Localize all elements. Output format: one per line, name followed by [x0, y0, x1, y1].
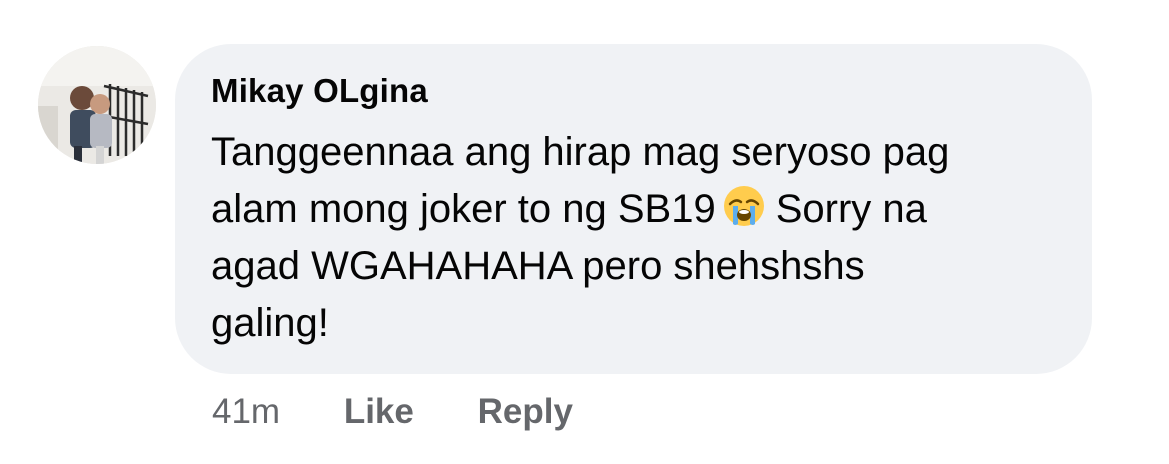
loudly-crying-face-icon — [722, 184, 766, 228]
like-button[interactable]: Like — [344, 392, 414, 432]
avatar[interactable] — [38, 46, 156, 164]
reply-button[interactable]: Reply — [478, 392, 573, 432]
avatar-photo — [38, 46, 156, 164]
comment-line: galing! — [211, 301, 329, 345]
comment-author[interactable]: Mikay OLgina — [211, 72, 428, 110]
comment-line-segment: Sorry na — [775, 187, 927, 231]
comment-line: agad WGAHAHAHA pero shehshshs — [211, 244, 865, 288]
comment-actions: 41m Like Reply — [212, 392, 573, 432]
comment-line: alam mong joker to ng SB19 Sorry na — [211, 181, 1071, 238]
comment-item: Mikay OLgina Tanggeennaa ang hirap mag s… — [0, 0, 1169, 464]
comment-text: Tanggeennaa ang hirap mag seryoso pag al… — [211, 124, 1071, 352]
comment-line: Tanggeennaa ang hirap mag seryoso pag — [211, 130, 950, 174]
comment-line-segment: alam mong joker to ng SB19 — [211, 187, 716, 231]
comment-timestamp[interactable]: 41m — [212, 392, 280, 432]
